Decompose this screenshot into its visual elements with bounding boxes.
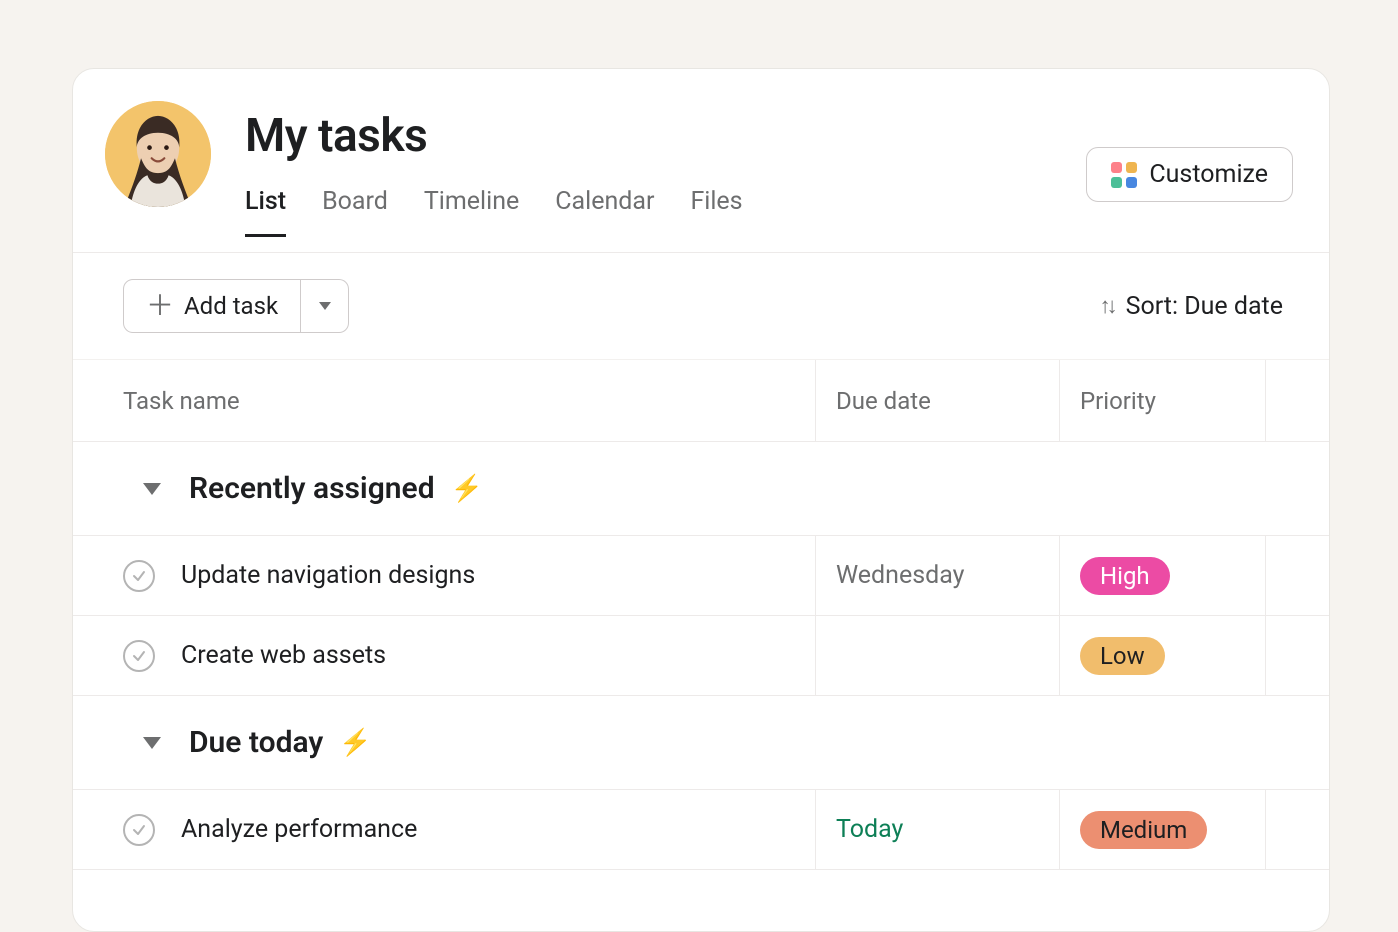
customize-button[interactable]: Customize: [1086, 147, 1293, 202]
task-row[interactable]: Update navigation designs Wednesday High: [73, 536, 1329, 616]
task-cell-priority[interactable]: High: [1059, 536, 1265, 615]
column-due-date[interactable]: Due date: [815, 360, 1059, 441]
section-title: Recently assigned: [177, 471, 435, 506]
column-task-name[interactable]: Task name: [123, 360, 815, 441]
user-avatar[interactable]: [105, 101, 211, 207]
task-cell-priority[interactable]: Low: [1059, 616, 1265, 695]
tab-timeline[interactable]: Timeline: [424, 187, 519, 237]
complete-toggle[interactable]: [123, 640, 155, 672]
task-cell-name: Analyze performance: [123, 790, 815, 869]
toolbar: ＋ Add task ↑↓ Sort: Due date: [73, 253, 1329, 360]
chevron-down-icon: [319, 302, 331, 310]
task-cell-due[interactable]: Wednesday: [815, 536, 1059, 615]
due-date: Wednesday: [836, 561, 964, 590]
sort-label: Sort: Due date: [1126, 292, 1283, 321]
add-task-label: Add task: [184, 292, 278, 320]
lightning-icon: ⚡️: [451, 474, 483, 504]
task-name: Analyze performance: [181, 815, 417, 844]
tab-board[interactable]: Board: [322, 187, 388, 237]
priority-pill: Low: [1080, 637, 1165, 675]
sort-icon: ↑↓: [1100, 293, 1114, 319]
section-header-due-today[interactable]: Due today ⚡️: [73, 696, 1329, 790]
task-row[interactable]: Create web assets Low: [73, 616, 1329, 696]
header: My tasks List Board Timeline Calendar Fi…: [73, 69, 1329, 253]
task-cell-extra: [1265, 790, 1329, 869]
complete-toggle[interactable]: [123, 560, 155, 592]
add-task-group: ＋ Add task: [123, 279, 349, 333]
task-cell-due[interactable]: Today: [815, 790, 1059, 869]
customize-label: Customize: [1149, 160, 1268, 189]
task-name: Create web assets: [181, 641, 386, 670]
tab-list[interactable]: List: [245, 187, 286, 237]
column-priority[interactable]: Priority: [1059, 360, 1265, 441]
customize-icon: [1111, 162, 1137, 188]
tab-calendar[interactable]: Calendar: [555, 187, 654, 237]
check-icon: [131, 648, 147, 664]
task-cell-extra: [1265, 536, 1329, 615]
plus-icon: ＋: [146, 292, 174, 320]
add-task-button[interactable]: ＋ Add task: [123, 279, 301, 333]
column-extra: [1265, 360, 1329, 441]
caret-down-icon: [143, 483, 161, 495]
caret-down-icon: [143, 737, 161, 749]
priority-pill: Medium: [1080, 811, 1207, 849]
check-icon: [131, 568, 147, 584]
avatar-image: [105, 101, 211, 207]
task-row[interactable]: Analyze performance Today Medium: [73, 790, 1329, 870]
section-header-recently-assigned[interactable]: Recently assigned ⚡️: [73, 442, 1329, 536]
sort-control[interactable]: ↑↓ Sort: Due date: [1100, 292, 1283, 321]
task-cell-name: Update navigation designs: [123, 536, 815, 615]
due-date: Today: [836, 815, 903, 844]
task-name: Update navigation designs: [181, 561, 475, 590]
task-cell-due[interactable]: [815, 616, 1059, 695]
app-frame: My tasks List Board Timeline Calendar Fi…: [72, 68, 1330, 932]
priority-pill: High: [1080, 557, 1170, 595]
task-cell-extra: [1265, 616, 1329, 695]
task-cell-name: Create web assets: [123, 616, 815, 695]
column-header-row: Task name Due date Priority: [73, 360, 1329, 442]
check-icon: [131, 822, 147, 838]
add-task-dropdown[interactable]: [301, 279, 349, 333]
section-title: Due today: [177, 725, 323, 760]
task-cell-priority[interactable]: Medium: [1059, 790, 1265, 869]
lightning-icon: ⚡️: [339, 728, 371, 758]
tab-files[interactable]: Files: [690, 187, 742, 237]
complete-toggle[interactable]: [123, 814, 155, 846]
